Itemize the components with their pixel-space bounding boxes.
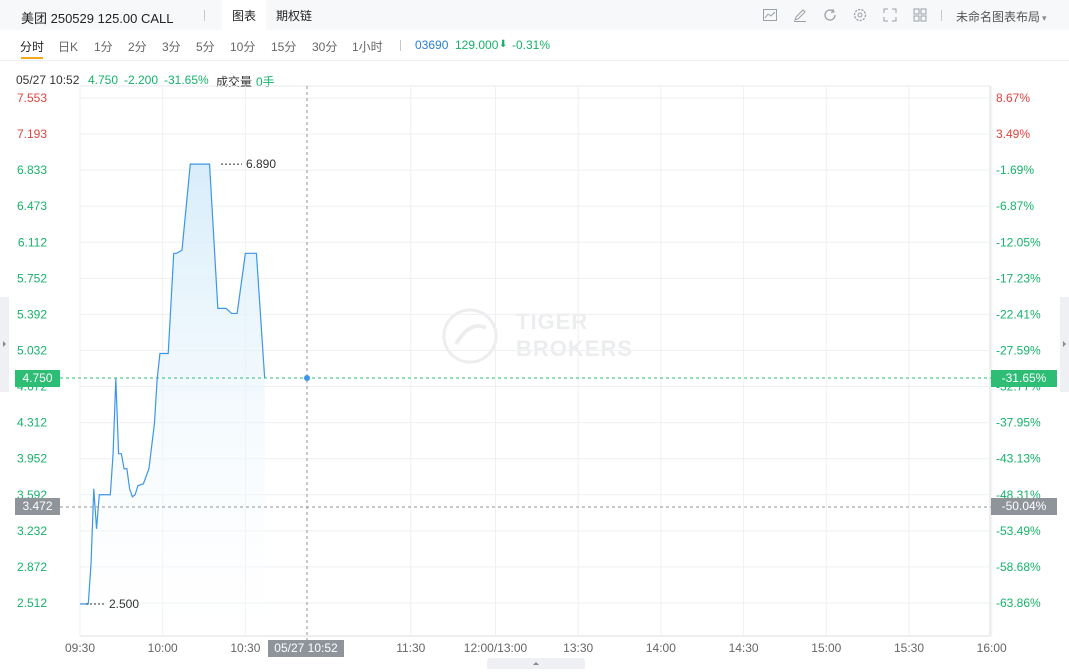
period-5m[interactable]: 5分 [196, 38, 215, 55]
watermark-line1: TIGER [516, 309, 589, 334]
x-tick-label: 16:00 [977, 641, 1007, 655]
period-30m[interactable]: 30分 [312, 38, 337, 55]
active-period-indicator [21, 57, 43, 59]
y-tick-label-left: 4.312 [17, 416, 47, 430]
period-15m[interactable]: 15分 [271, 38, 296, 55]
top-bar: 美团 250529 125.00 CALL 图表 期权链 未命名图表布局 ▾ [0, 0, 1069, 31]
info-volume: 0手 [256, 75, 275, 89]
underlying-price: 129.000 [455, 38, 499, 52]
y-tick-label-left: 6.833 [17, 163, 47, 177]
y-tick-label-left: 7.553 [17, 91, 47, 105]
x-tick-label: 15:30 [894, 641, 924, 655]
price-line [80, 163, 266, 605]
period-daily[interactable]: 日K [58, 38, 78, 55]
prev-close-price-badge: 3.472 [15, 498, 60, 515]
y-tick-label-right: -17.23% [996, 271, 1041, 285]
period-2m[interactable]: 2分 [128, 38, 147, 55]
x-tick-label: 09:30 [65, 641, 95, 655]
x-tick-label: 15:00 [811, 641, 841, 655]
period-1m[interactable]: 1分 [94, 38, 113, 55]
grid-layout-icon[interactable] [912, 7, 928, 23]
y-tick-label-left: 6.112 [18, 235, 47, 249]
period-1h[interactable]: 1小时 [352, 38, 383, 55]
settings-icon[interactable] [852, 7, 868, 23]
tab-option-chain[interactable]: 期权链 [276, 7, 312, 24]
price-area-fill [80, 164, 265, 636]
x-tick-label: 10:00 [148, 641, 178, 655]
y-tick-label-left: 5.392 [17, 307, 47, 321]
y-tick-label-right: -43.13% [996, 452, 1041, 466]
info-volume-label: 成交量 [216, 75, 253, 89]
low-annotation: 2.500 [109, 597, 139, 611]
x-tick-label: 12:00/13:00 [464, 641, 528, 655]
x-tick-label: 14:30 [729, 641, 759, 655]
down-arrow-icon: ⬇ [499, 39, 508, 50]
refresh-icon[interactable] [822, 7, 838, 23]
fullscreen-icon[interactable] [882, 7, 898, 23]
y-tick-label-right: -12.05% [996, 235, 1041, 249]
underlying-code[interactable]: 03690 [415, 38, 448, 52]
underlying-change: -0.31% [512, 38, 551, 52]
y-tick-label-left: 6.473 [17, 199, 47, 213]
watermark-line2: BROKERS [516, 336, 634, 361]
y-tick-label-left: 3.952 [17, 452, 47, 466]
x-tick-label: 14:00 [646, 641, 676, 655]
y-tick-label-right: -58.68% [996, 560, 1041, 574]
crosshair-pct-badge: -31.65% [991, 370, 1057, 387]
info-price: 4.750 [88, 73, 119, 87]
y-tick-label-right: 8.67% [996, 91, 1030, 105]
divider [941, 10, 942, 21]
right-panel-handle[interactable] [1060, 297, 1069, 392]
y-tick-label-right: -53.49% [996, 524, 1041, 538]
divider [204, 10, 205, 21]
high-annotation: 6.890 [246, 157, 276, 171]
y-tick-label-right: 3.49% [996, 127, 1030, 141]
y-tick-label-right: -63.86% [996, 596, 1041, 610]
y-tick-label-left: 5.032 [17, 343, 47, 357]
draw-icon[interactable] [792, 7, 808, 23]
chart-icon[interactable] [762, 7, 778, 23]
y-tick-label-left: 3.232 [17, 524, 47, 538]
period-bar: 分时 日K 1分 2分 3分 5分 10分 15分 30分 1小时 03690 … [0, 30, 1069, 61]
prev-close-pct-badge: -50.04% [991, 498, 1057, 515]
y-tick-label-left: 7.193 [17, 127, 47, 141]
x-tick-label: 11:30 [396, 641, 425, 655]
period-10m[interactable]: 10分 [230, 38, 255, 55]
period-timeshare[interactable]: 分时 [20, 38, 44, 55]
crosshair-price-badge: 4.750 [15, 370, 60, 387]
info-datetime: 05/27 10:52 [16, 73, 80, 87]
y-tick-label-left: 2.872 [17, 560, 47, 574]
tiger-brokers-watermark: TIGER BROKERS [442, 306, 632, 369]
crosshair-dot [304, 375, 310, 381]
instrument-title: 美团 250529 125.00 CALL [21, 11, 174, 26]
x-tick-label: 13:30 [563, 641, 593, 655]
y-tick-label-right: -27.59% [996, 343, 1041, 357]
tab-chart[interactable]: 图表 [232, 7, 257, 24]
y-tick-label-right: -1.69% [996, 163, 1034, 177]
y-tick-label-right: -6.87% [996, 199, 1034, 213]
x-tick-label: 10:30 [230, 641, 260, 655]
y-tick-label-left: 5.752 [17, 271, 47, 285]
y-tick-label-left: 2.512 [17, 596, 47, 610]
divider [400, 40, 401, 51]
chevron-down-icon: ▾ [1042, 13, 1047, 23]
crosshair-time-badge: 05/27 10:52 [268, 640, 344, 657]
left-panel-handle[interactable] [0, 297, 9, 392]
info-change: -2.200 [124, 73, 159, 87]
bottom-panel-handle[interactable] [487, 658, 585, 669]
info-change-pct: -31.65% [164, 73, 209, 87]
y-tick-label-right: -37.95% [996, 416, 1041, 430]
y-tick-label-right: -22.41% [996, 307, 1041, 321]
period-3m[interactable]: 3分 [162, 38, 181, 55]
layout-selector[interactable]: 未命名图表布局 ▾ [956, 8, 1047, 25]
layout-label: 未命名图表布局 [956, 10, 1041, 24]
